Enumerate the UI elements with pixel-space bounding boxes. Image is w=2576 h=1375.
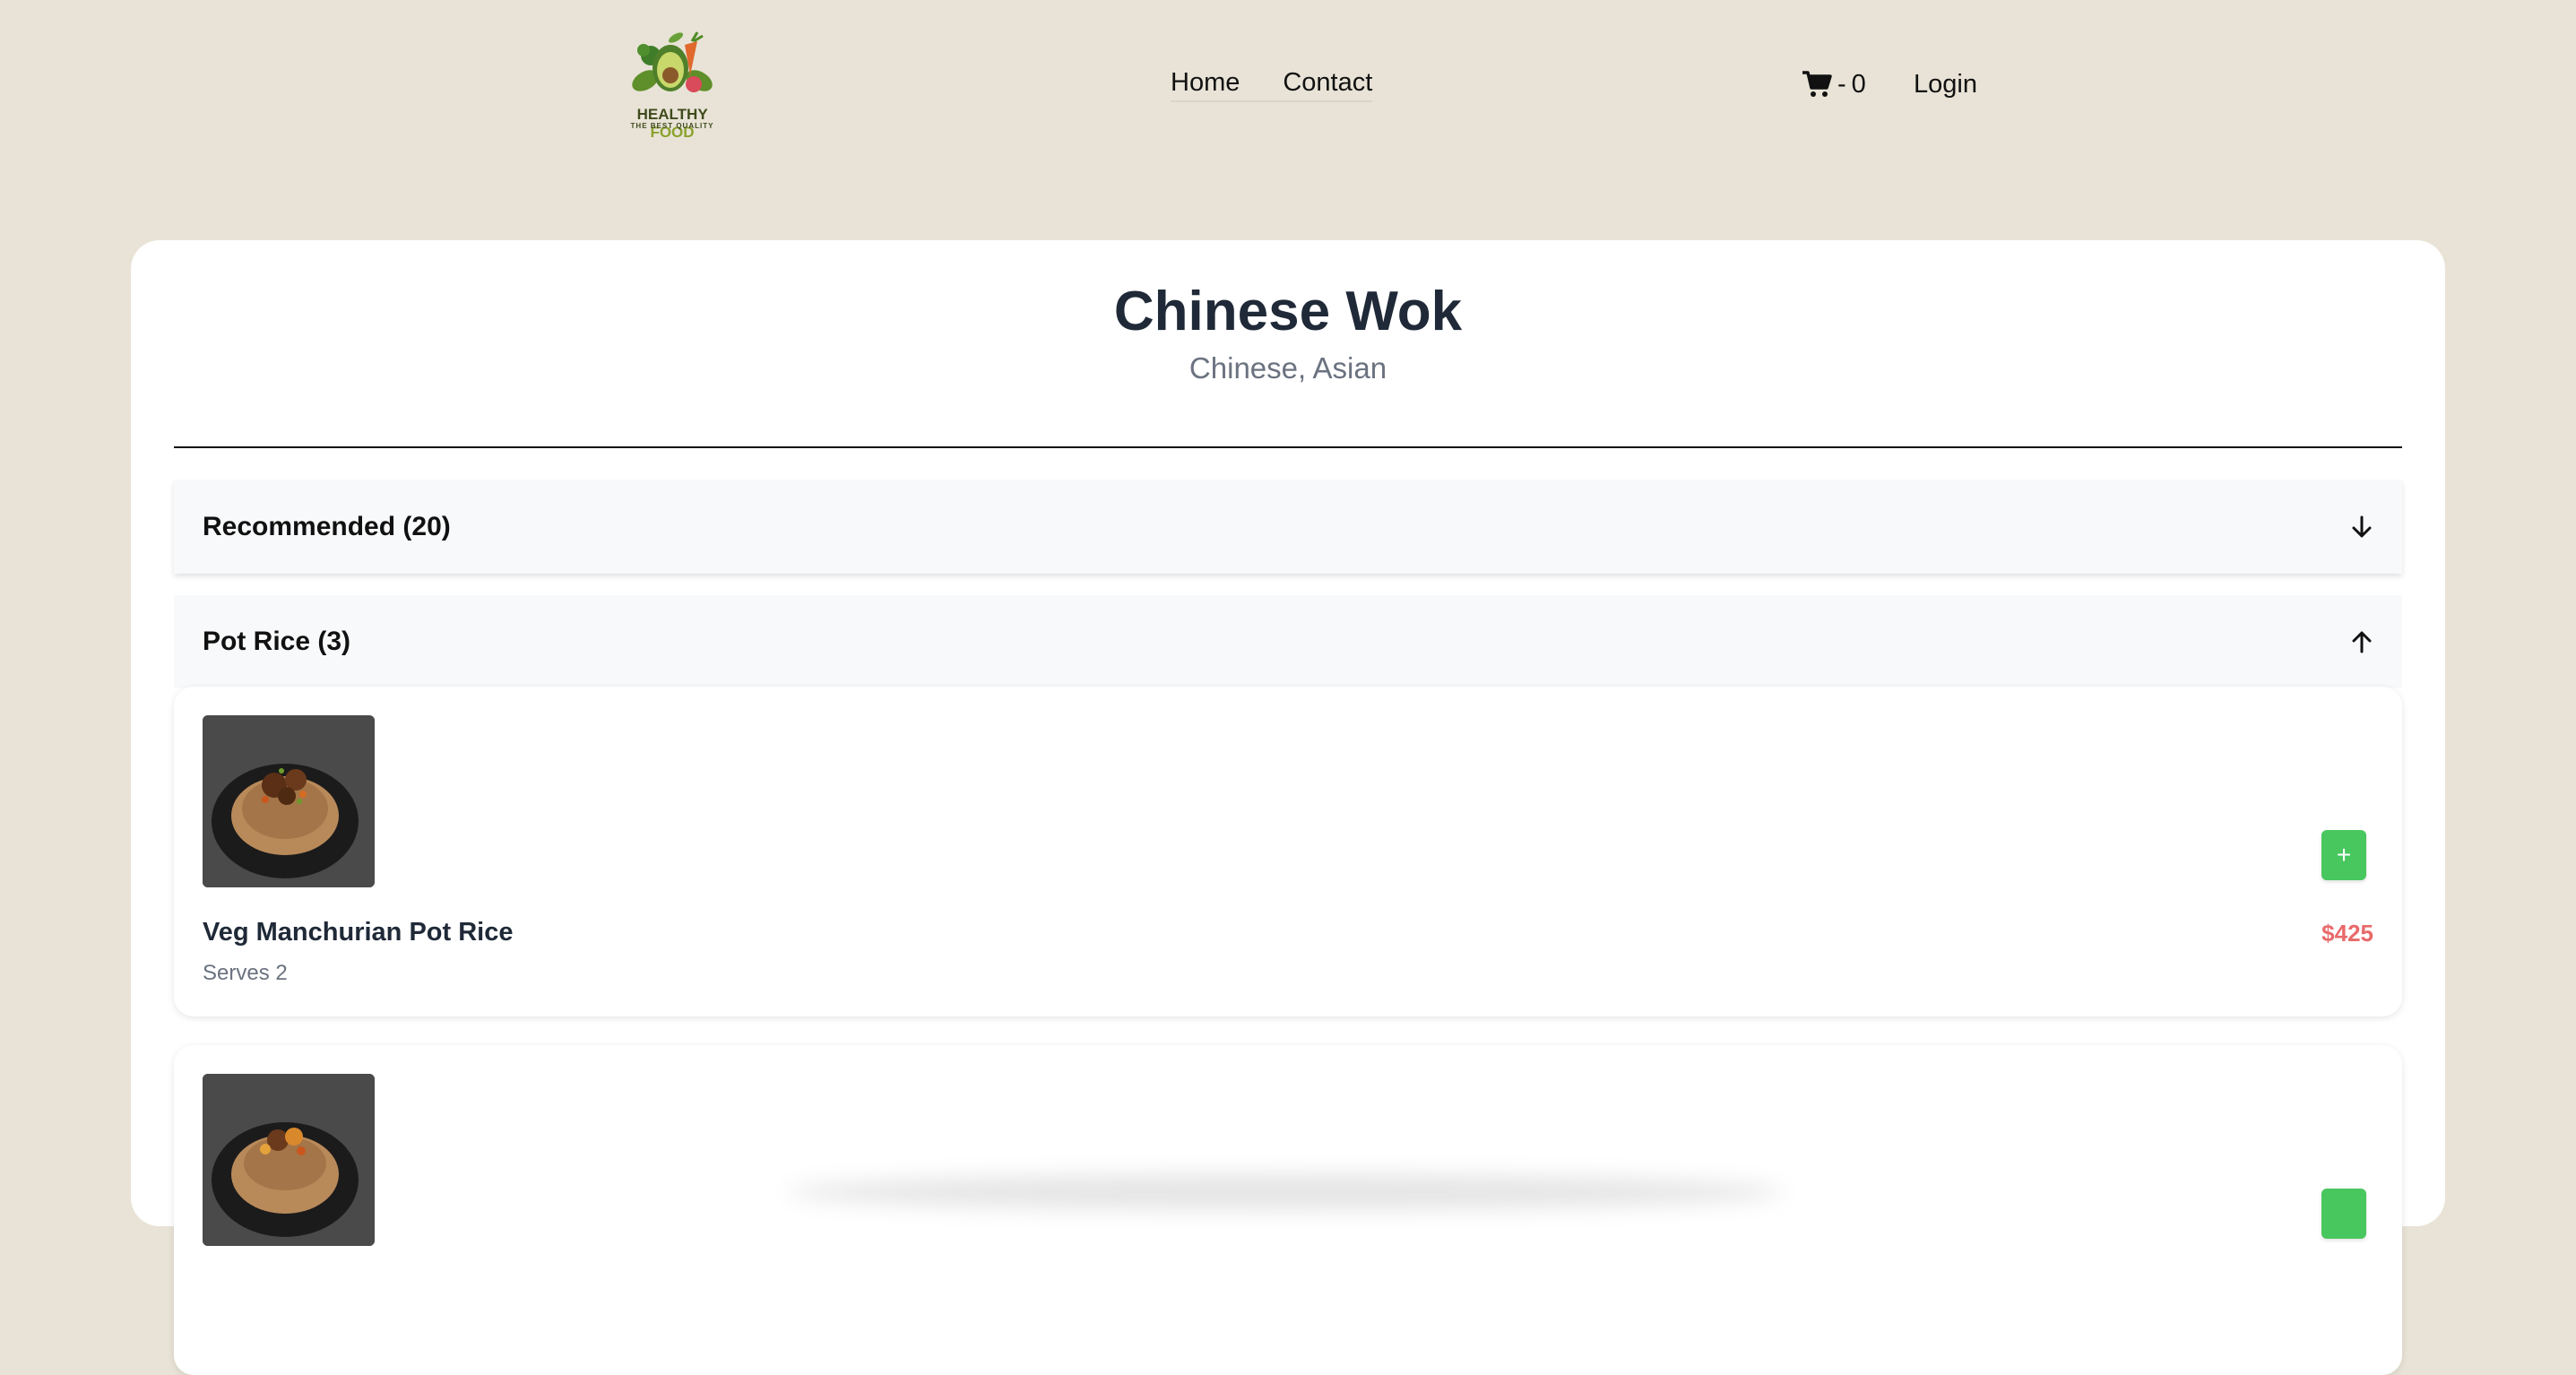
section-title: Pot Rice (3)	[203, 627, 351, 656]
menu-item-card	[174, 1045, 2402, 1375]
cart-count: 0	[1851, 70, 1866, 99]
main-nav: Home Contact	[1171, 65, 1373, 102]
cart-icon	[1802, 71, 1832, 97]
dish-image	[203, 715, 375, 887]
section-title: Recommended (20)	[203, 512, 451, 541]
pot-rice-dish-icon	[203, 715, 375, 887]
nav-contact-link[interactable]: Contact	[1283, 65, 1372, 100]
item-serves: Serves 2	[203, 961, 288, 985]
pot-rice-dish-icon	[203, 1074, 375, 1246]
avocado-logo-icon	[632, 31, 713, 92]
item-price: $425	[2321, 920, 2373, 947]
healthy-food-logo[interactable]: HEALTHY FOOD THE BEST QUALITY	[626, 29, 719, 141]
cart-separator: -	[1837, 70, 1846, 99]
section-recommended-header[interactable]: Recommended (20)	[174, 480, 2402, 574]
restaurant-menu-card: Chinese Wok Chinese, Asian Recommended (…	[131, 240, 2445, 1375]
divider	[174, 446, 2402, 448]
section-pot-rice-header[interactable]: Pot Rice (3)	[174, 595, 2402, 688]
restaurant-cuisine: Chinese, Asian	[1189, 351, 1387, 385]
dish-image	[203, 1074, 375, 1246]
arrow-down-icon	[2352, 515, 2372, 538]
add-to-cart-button[interactable]	[2321, 1189, 2366, 1239]
restaurant-name: Chinese Wok	[1113, 281, 1463, 342]
bottom-shadow	[789, 1174, 1784, 1210]
site-header: HEALTHY FOOD THE BEST QUALITY Home Conta…	[0, 0, 2576, 170]
arrow-up-icon	[2352, 631, 2372, 653]
menu-item-card: + Veg Manchurian Pot Rice $425 Serves 2	[174, 687, 2402, 1016]
cart-button[interactable]: - 0	[1802, 66, 1866, 102]
login-link[interactable]: Login	[1914, 66, 1977, 102]
logo-subtitle: THE BEST QUALITY	[630, 122, 714, 130]
nav-home-link[interactable]: Home	[1171, 65, 1240, 100]
add-to-cart-button[interactable]: +	[2321, 830, 2366, 880]
item-name: Veg Manchurian Pot Rice	[203, 918, 514, 947]
